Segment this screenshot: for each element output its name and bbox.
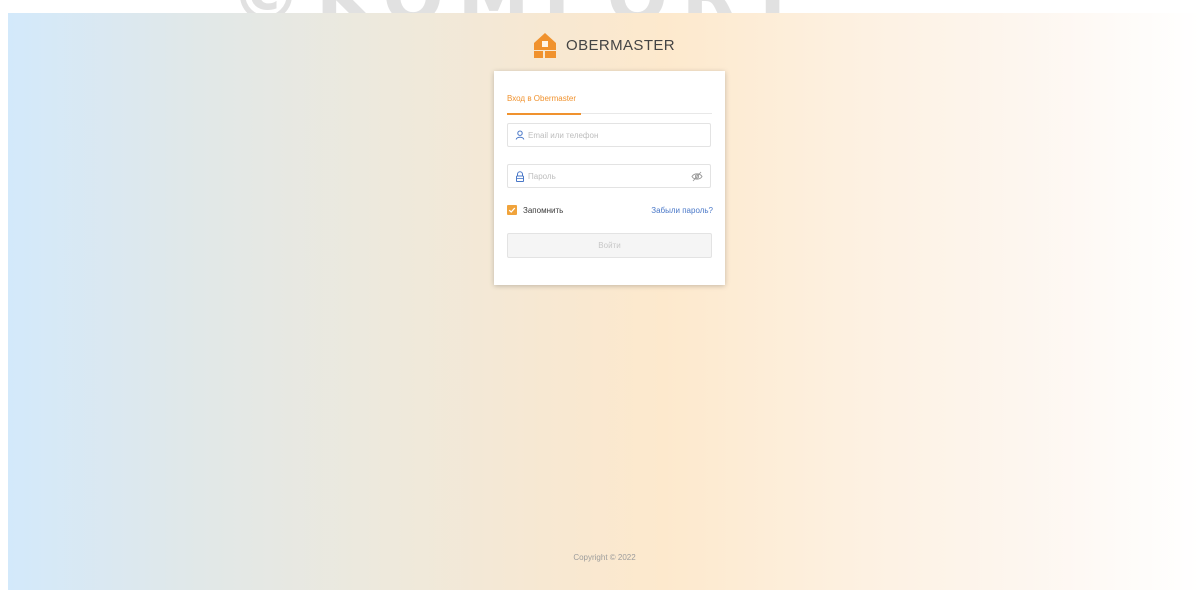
eye-slash-icon[interactable] [691,171,703,182]
login-page: OBERMASTER Вход в Obermaster Email или т… [8,13,1201,590]
email-phone-input[interactable] [526,125,688,145]
login-field[interactable] [507,123,711,147]
password-field[interactable] [507,164,711,188]
forgot-password-link[interactable]: Забыли пароль? [651,206,713,215]
house-logo-icon [534,33,556,58]
remember-label: Запомнить [523,205,564,215]
top-strip: ©KOMFORT [0,0,1201,13]
tab-login[interactable]: Вход в Obermaster [507,94,581,115]
remember-me[interactable]: Запомнить [507,205,563,215]
brand: OBERMASTER [532,30,675,60]
checkmark-icon [508,207,516,213]
user-icon [514,129,526,141]
password-input[interactable] [526,166,688,186]
remember-checkbox[interactable] [507,205,517,215]
login-tabs: Вход в Obermaster [507,91,712,115]
login-card: Вход в Obermaster Email или телефон Запо… [494,71,725,285]
lock-icon [514,170,526,182]
brand-name: OBERMASTER [566,36,676,54]
copyright: Copyright © 2022 [573,553,636,562]
login-button[interactable]: Войти [507,233,712,258]
watermark: ©KOMFORT [230,0,811,13]
